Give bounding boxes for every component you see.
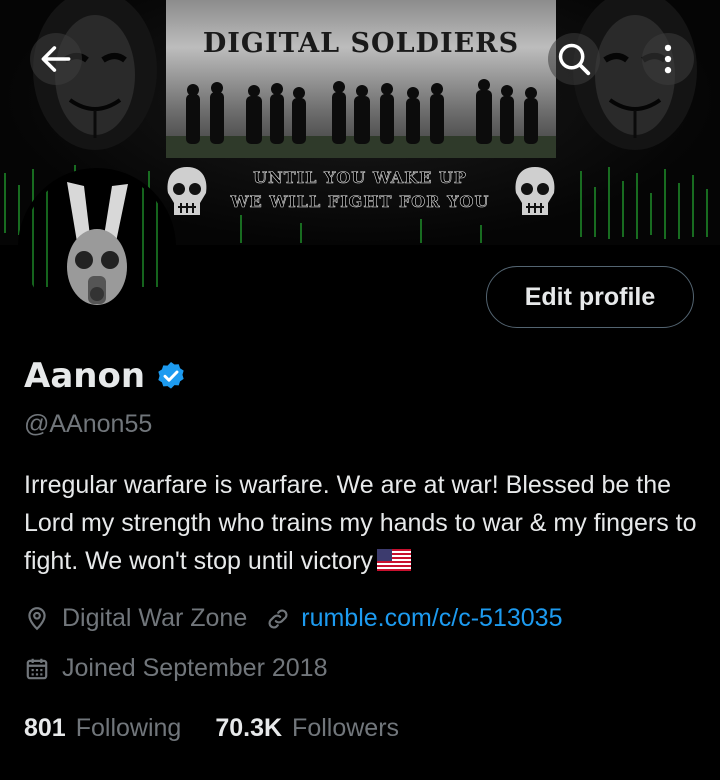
banner-title: DIGITAL SOLDIERS — [202, 28, 520, 59]
banner-motto-line2: WE WILL FIGHT FOR YOU — [230, 192, 490, 212]
name-row: Aanon — [24, 356, 187, 396]
location-pin-icon — [28, 606, 46, 630]
followers-stat[interactable]: 70.3K Followers — [215, 714, 399, 743]
calendar-icon — [26, 658, 48, 679]
more-vertical-icon — [664, 44, 672, 74]
edit-profile-button[interactable]: Edit profile — [486, 266, 694, 328]
location-text: Digital War Zone — [62, 604, 248, 632]
following-stat[interactable]: 801 Following — [24, 714, 181, 743]
search-button[interactable] — [548, 33, 600, 85]
link-icon — [268, 608, 288, 629]
profile-meta-location-link: Digital War Zone rumble.com/c/c-513035 — [24, 604, 562, 633]
soldiers-silhouette — [166, 79, 556, 158]
banner-motto: UNTIL YOU WAKE UP WE WILL FIGHT FOR YOU — [210, 166, 510, 214]
verified-badge-icon[interactable] — [155, 360, 187, 392]
display-name: Aanon — [24, 356, 146, 396]
bio: Irregular warfare is warfare. We are at … — [24, 466, 704, 580]
skull-emblem-left — [167, 167, 207, 215]
follow-stats: 801 Following 70.3K Followers — [24, 714, 433, 743]
followers-label: Followers — [292, 714, 400, 742]
website-link[interactable]: rumble.com/c/c-513035 — [301, 604, 562, 633]
avatar[interactable] — [18, 168, 176, 326]
user-handle: @AAnon55 — [24, 410, 153, 438]
banner-poster: DIGITAL SOLDIERS — [166, 0, 556, 158]
arrow-left-icon — [41, 46, 71, 72]
gas-mask-rabbit-avatar — [22, 172, 172, 322]
following-count: 801 — [24, 714, 66, 742]
banner-motto-line1: UNTIL YOU WAKE UP — [253, 168, 467, 188]
following-label: Following — [75, 714, 182, 742]
bio-text: Irregular warfare is warfare. We are at … — [24, 471, 697, 575]
followers-count: 70.3K — [215, 714, 283, 742]
search-icon — [558, 43, 591, 76]
skull-emblem-right — [515, 167, 555, 215]
joined-date: Joined September 2018 — [62, 654, 328, 682]
back-button[interactable] — [30, 33, 82, 85]
profile-meta-joined: Joined September 2018 — [24, 654, 327, 683]
more-options-button[interactable] — [642, 33, 694, 85]
us-flag-icon — [376, 549, 411, 571]
